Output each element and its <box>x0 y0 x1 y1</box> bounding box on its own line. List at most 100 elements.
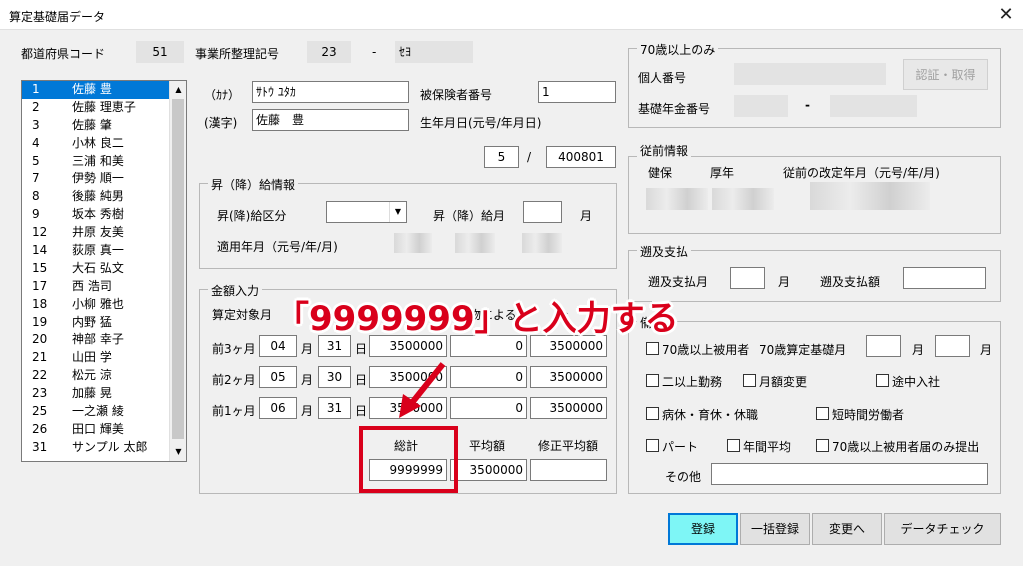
prev-revision-label: 従前の改定年月（元号/年/月) <box>783 166 940 180</box>
row-month-input[interactable]: 05 <box>259 366 297 388</box>
list-item[interactable]: 17 西 浩司 <box>22 278 186 296</box>
employee-name: サンプル 太郎 <box>72 439 148 454</box>
birth-date-input[interactable]: 400801 <box>546 146 616 168</box>
row-days-input[interactable]: 31 <box>318 397 351 419</box>
change-button[interactable]: 変更へ <box>812 513 882 545</box>
employee-no: 14 <box>32 243 48 258</box>
list-item[interactable]: 1 佐藤 豊 <box>22 81 186 99</box>
employee-name: 井原 友美 <box>72 225 124 240</box>
row-total-input[interactable]: 3500000 <box>530 366 607 388</box>
data-check-button[interactable]: データチェック <box>884 513 1001 545</box>
adj-avg-input[interactable] <box>530 459 607 481</box>
list-item[interactable]: 19 内野 猛 <box>22 314 186 332</box>
retro-amount-input[interactable] <box>903 267 986 289</box>
prev-health-blurred[interactable] <box>646 188 708 210</box>
over70-base-month2-input[interactable] <box>935 335 970 357</box>
list-item[interactable]: 8 後藤 純男 <box>22 188 186 206</box>
personal-no-label: 個人番号 <box>638 71 687 85</box>
annual-avg-checkbox[interactable] <box>727 439 740 452</box>
row-month-input[interactable]: 06 <box>259 397 297 419</box>
list-item[interactable]: 25 一之瀬 綾 <box>22 403 186 421</box>
office-code2-field: ｾﾖ <box>395 41 473 63</box>
bulk-register-button[interactable]: 一括登録 <box>740 513 810 545</box>
employee-name: 伊勢 順一 <box>72 171 124 186</box>
list-item[interactable]: 20 神部 幸子 <box>22 331 186 349</box>
other-label: その他 <box>665 470 702 484</box>
multi-work-checkbox[interactable] <box>646 374 659 387</box>
raise-class-select[interactable]: ▼ <box>326 201 407 223</box>
mid-join-checkbox[interactable] <box>876 374 889 387</box>
birth-era-input[interactable]: 5 <box>484 146 519 168</box>
list-item[interactable]: 9 坂本 秀樹 <box>22 206 186 224</box>
list-item[interactable]: 4 小林 良二 <box>22 135 186 153</box>
row-label: 前1ヶ月 <box>212 404 256 418</box>
employee-name: 西 浩司 <box>72 278 112 293</box>
prev-pension-blurred[interactable] <box>712 188 774 210</box>
list-item[interactable]: 22 松元 涼 <box>22 367 186 385</box>
avg-input[interactable]: 3500000 <box>450 459 527 481</box>
other-input[interactable] <box>711 463 988 485</box>
row-goods-input[interactable]: 0 <box>450 366 527 388</box>
retro-month-input[interactable] <box>730 267 765 289</box>
pension-no-label: 基礎年金番号 <box>638 102 711 116</box>
list-item[interactable]: 18 小柳 雅也 <box>22 296 186 314</box>
part-checkbox[interactable] <box>646 439 659 452</box>
register-button[interactable]: 登録 <box>668 513 738 545</box>
employee-name: 後藤 純男 <box>72 189 124 204</box>
monthly-change-label: 月額変更 <box>759 375 808 389</box>
list-item[interactable]: 14 荻原 真一 <box>22 242 186 260</box>
list-item[interactable]: 26 田口 輝美 <box>22 421 186 439</box>
close-icon[interactable]: ✕ <box>992 2 1020 28</box>
scroll-thumb[interactable] <box>172 99 184 439</box>
apply-year-blurred[interactable] <box>455 233 495 253</box>
auth-button[interactable]: 認証・取得 <box>903 59 988 90</box>
row-label: 前2ヶ月 <box>212 373 256 387</box>
leave-checkbox[interactable] <box>646 407 659 420</box>
kana-input[interactable]: ｻﾄｳ ﾕﾀｶ <box>252 81 409 103</box>
employee-no: 18 <box>32 296 48 311</box>
list-item[interactable]: 12 井原 友美 <box>22 224 186 242</box>
list-item[interactable]: 3 佐藤 肇 <box>22 117 186 135</box>
employee-name: 加藤 晃 <box>72 386 112 401</box>
list-item[interactable]: 21 山田 学 <box>22 349 186 367</box>
employee-listbox[interactable]: 1 佐藤 豊 2 佐藤 理恵子 3 佐藤 肇 4 小林 良二 5 三浦 和美 7 伊勢 順一 8 後藤 純… <box>21 80 187 462</box>
list-item[interactable]: 2 佐藤 理恵子 <box>22 99 186 117</box>
kanji-label: (漢字) <box>204 116 238 130</box>
row-month-unit: 月 <box>301 373 314 387</box>
list-item[interactable]: 23 加藤 晃 <box>22 385 186 403</box>
pension-no2-input[interactable] <box>830 95 917 117</box>
row-total-input[interactable]: 3500000 <box>530 397 607 419</box>
personal-no-input[interactable] <box>734 63 886 85</box>
office-dash: - <box>372 45 377 59</box>
chevron-down-icon[interactable]: ▼ <box>389 202 406 222</box>
apply-era-blurred[interactable] <box>394 233 432 253</box>
retro-group-title: 遡及支払 <box>637 243 692 260</box>
over70-only-checkbox[interactable] <box>816 439 829 452</box>
mid-join-label: 途中入社 <box>892 375 941 389</box>
prev-revision-blurred[interactable] <box>810 182 930 210</box>
list-scrollbar[interactable]: ▲ ▼ <box>169 81 186 461</box>
raise-month-input[interactable] <box>523 201 562 223</box>
part-label: パート <box>662 440 699 454</box>
monthly-change-checkbox[interactable] <box>743 374 756 387</box>
kanji-input[interactable]: 佐藤 豊 <box>252 109 409 131</box>
pension-no1-input[interactable] <box>734 95 788 117</box>
insured-no-input[interactable]: 1 <box>538 81 616 103</box>
employee-no: 23 <box>32 386 48 401</box>
list-item[interactable]: 7 伊勢 順一 <box>22 170 186 188</box>
short-time-checkbox[interactable] <box>816 407 829 420</box>
row-days-input[interactable]: 30 <box>318 366 351 388</box>
employee-no: 4 <box>32 135 40 150</box>
list-item[interactable]: 15 大石 弘文 <box>22 260 186 278</box>
employee-no: 2 <box>32 99 40 114</box>
list-item[interactable]: 5 三浦 和美 <box>22 153 186 171</box>
over70-group-title: 70歳以上のみ <box>637 41 719 58</box>
over70-checkbox[interactable] <box>646 342 659 355</box>
employee-no: 8 <box>32 189 40 204</box>
apply-month-blurred[interactable] <box>522 233 562 253</box>
scroll-up-icon[interactable]: ▲ <box>171 82 186 98</box>
scroll-down-icon[interactable]: ▼ <box>171 444 186 460</box>
list-item[interactable]: 31 サンプル 太郎 <box>22 439 186 457</box>
row-goods-input[interactable]: 0 <box>450 397 527 419</box>
over70-base-month1-input[interactable] <box>866 335 901 357</box>
